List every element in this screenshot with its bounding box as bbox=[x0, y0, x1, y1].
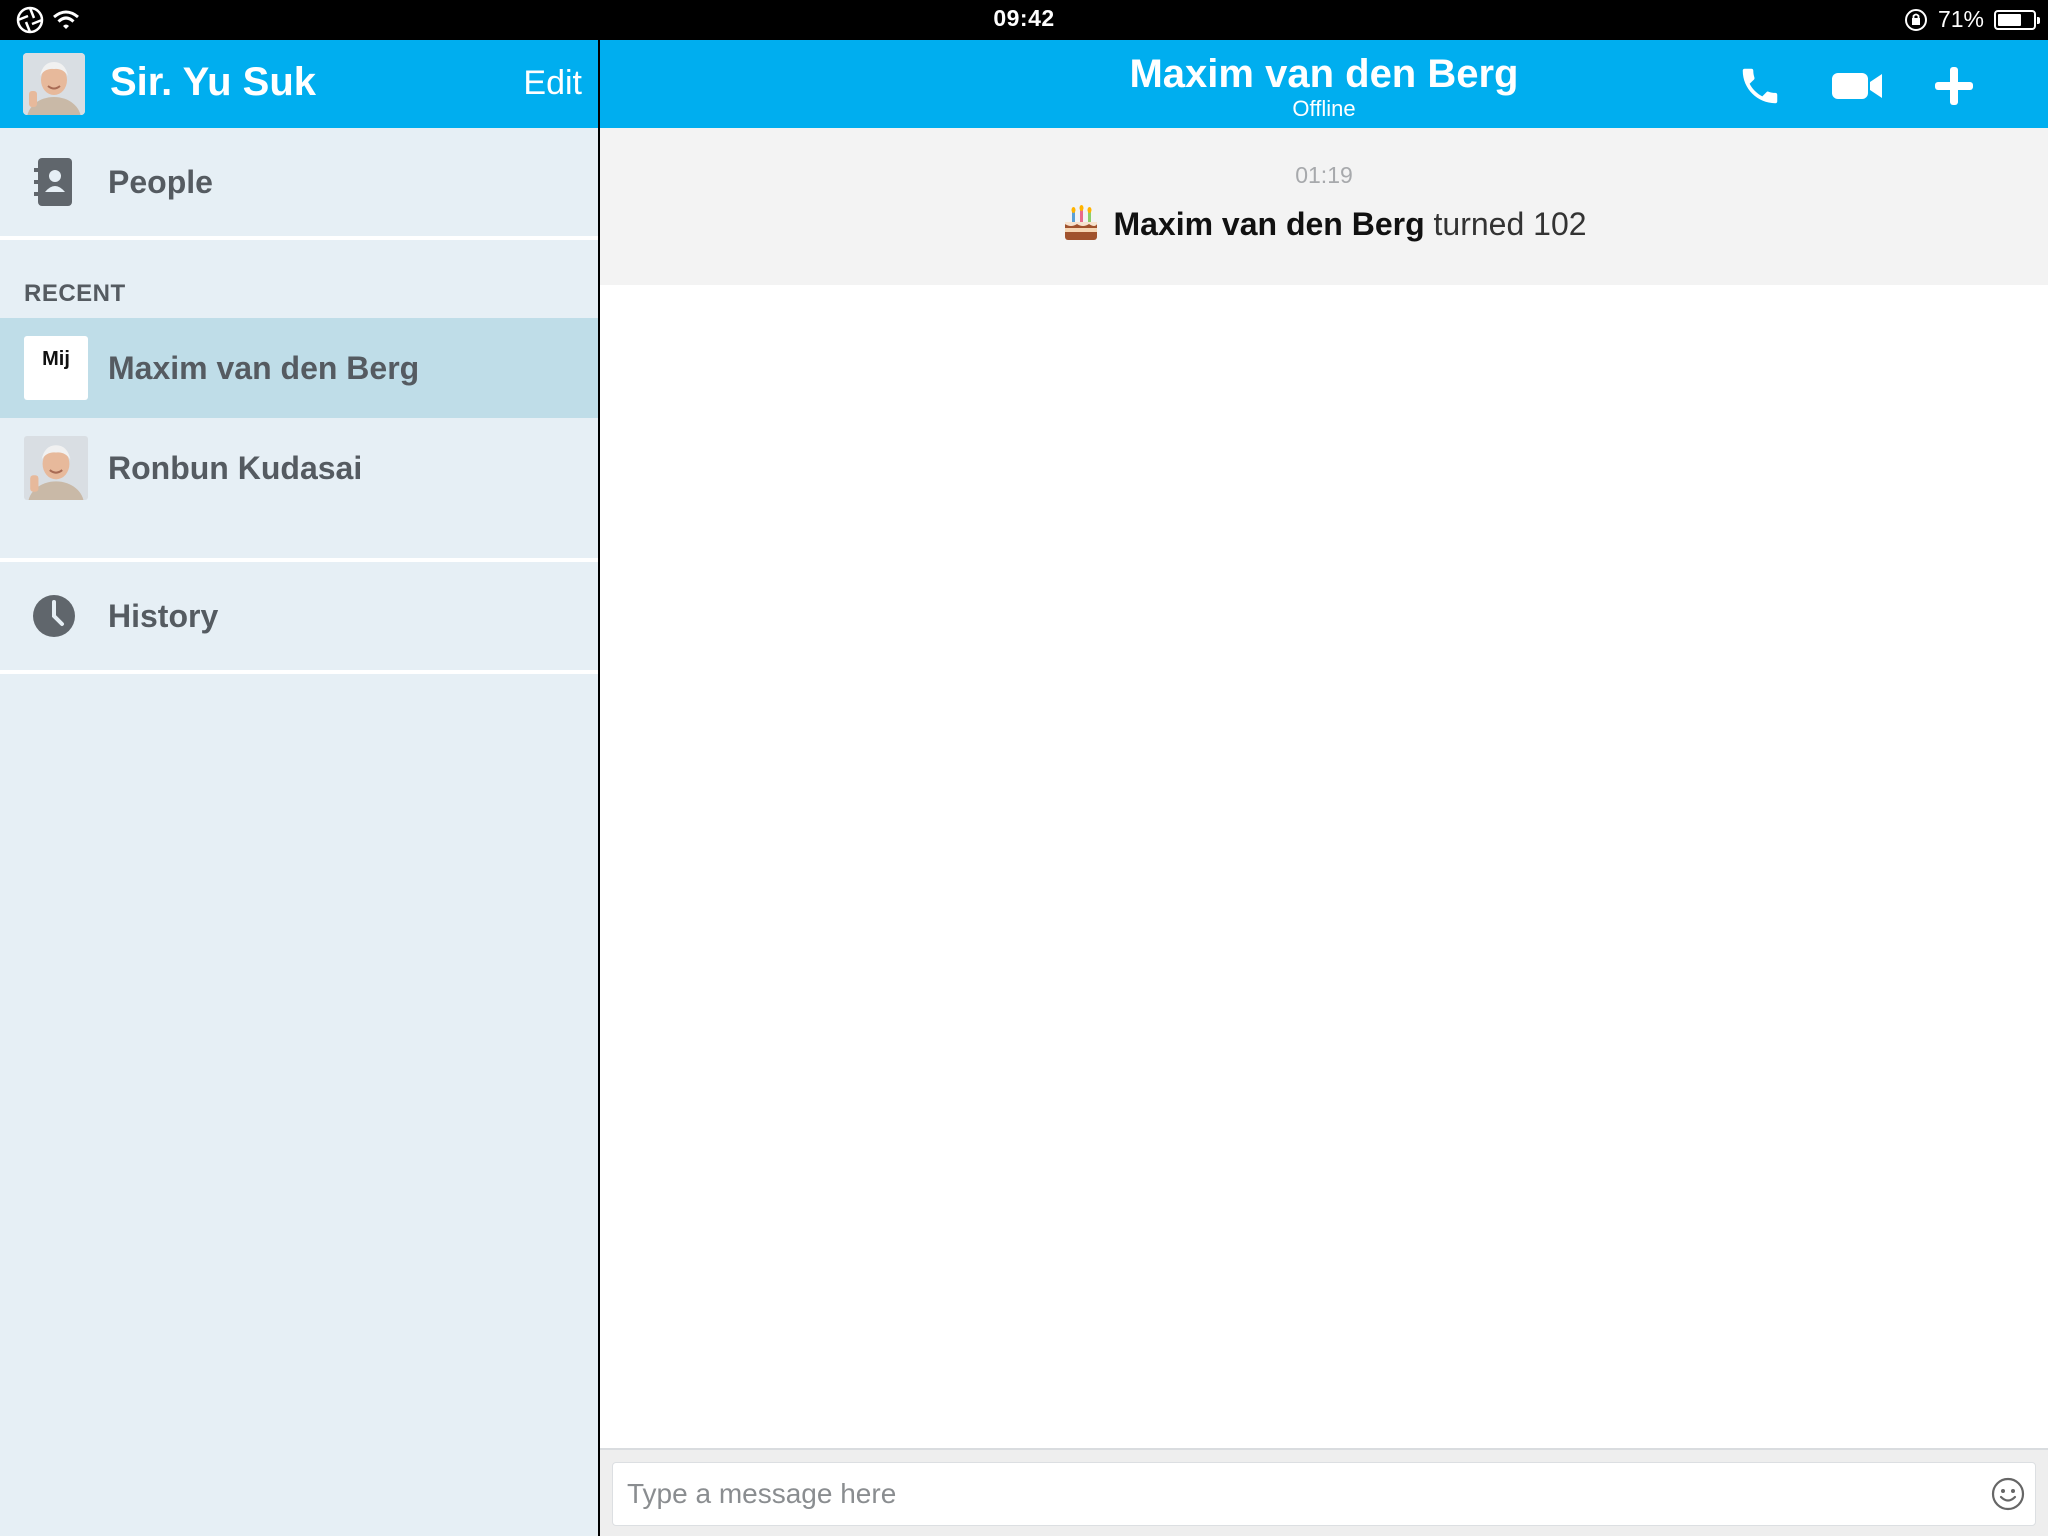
history-label: History bbox=[108, 597, 219, 634]
sidebar-item-people[interactable]: People bbox=[0, 128, 598, 236]
plus-icon bbox=[1935, 67, 1973, 105]
contacts-book-icon bbox=[34, 158, 72, 206]
recent-item-maxim[interactable]: Mij Maxim van den Berg bbox=[0, 318, 598, 418]
phone-icon bbox=[1742, 68, 1778, 104]
video-camera-icon bbox=[1832, 73, 1882, 99]
add-participant-button[interactable] bbox=[1926, 58, 1982, 114]
user-name: Sir. Yu Suk bbox=[110, 60, 317, 104]
birthday-cake-icon bbox=[1065, 205, 1098, 240]
clock-icon bbox=[33, 595, 75, 637]
call-button[interactable] bbox=[1732, 58, 1788, 114]
event-message: Maxim van den Berg turned 102 bbox=[600, 204, 2048, 244]
conversation-pane: Maxim van den Berg Offline 01:19 Maxim v… bbox=[600, 40, 2048, 1536]
battery-icon bbox=[1994, 9, 2040, 30]
recent-item-name: Ronbun Kudasai bbox=[108, 449, 363, 486]
recent-item-name: Maxim van den Berg bbox=[108, 349, 420, 386]
person-photo-icon bbox=[23, 53, 85, 115]
birthday-event: 01:19 Maxim van den Berg turned 102 bbox=[600, 128, 2048, 285]
status-bar: 09:42 71% bbox=[0, 0, 2048, 40]
event-description: turned 102 bbox=[1433, 205, 1587, 242]
user-avatar[interactable] bbox=[23, 53, 85, 115]
sidebar-header: Sir. Yu Suk Edit bbox=[0, 40, 598, 128]
contact-avatar bbox=[24, 436, 88, 500]
divider bbox=[0, 670, 598, 674]
contact-avatar: Mij bbox=[24, 336, 88, 400]
emoji-icon[interactable] bbox=[1990, 1476, 2026, 1512]
recent-item-ronbun[interactable]: Ronbun Kudasai bbox=[0, 418, 598, 518]
person-photo-icon bbox=[24, 436, 88, 500]
edit-button[interactable]: Edit bbox=[523, 64, 582, 103]
recent-section-header: RECENT bbox=[24, 280, 126, 307]
event-person: Maxim van den Berg bbox=[1113, 205, 1425, 242]
conversation-header: Maxim van den Berg Offline bbox=[600, 40, 2048, 128]
divider bbox=[0, 236, 598, 240]
sidebar: Sir. Yu Suk Edit People RECENT Mij Maxim… bbox=[0, 40, 600, 1536]
people-label: People bbox=[108, 163, 213, 200]
rotation-lock-icon bbox=[1904, 8, 1927, 31]
status-time: 09:42 bbox=[993, 5, 1055, 31]
sidebar-item-history[interactable]: History bbox=[0, 562, 598, 670]
message-input[interactable] bbox=[612, 1462, 2036, 1526]
event-time: 01:19 bbox=[1295, 162, 1353, 188]
status-right: 71% bbox=[1904, 6, 2040, 33]
battery-percent: 71% bbox=[1937, 6, 1984, 32]
video-call-button[interactable] bbox=[1830, 58, 1886, 114]
composer-bar bbox=[600, 1448, 2048, 1536]
